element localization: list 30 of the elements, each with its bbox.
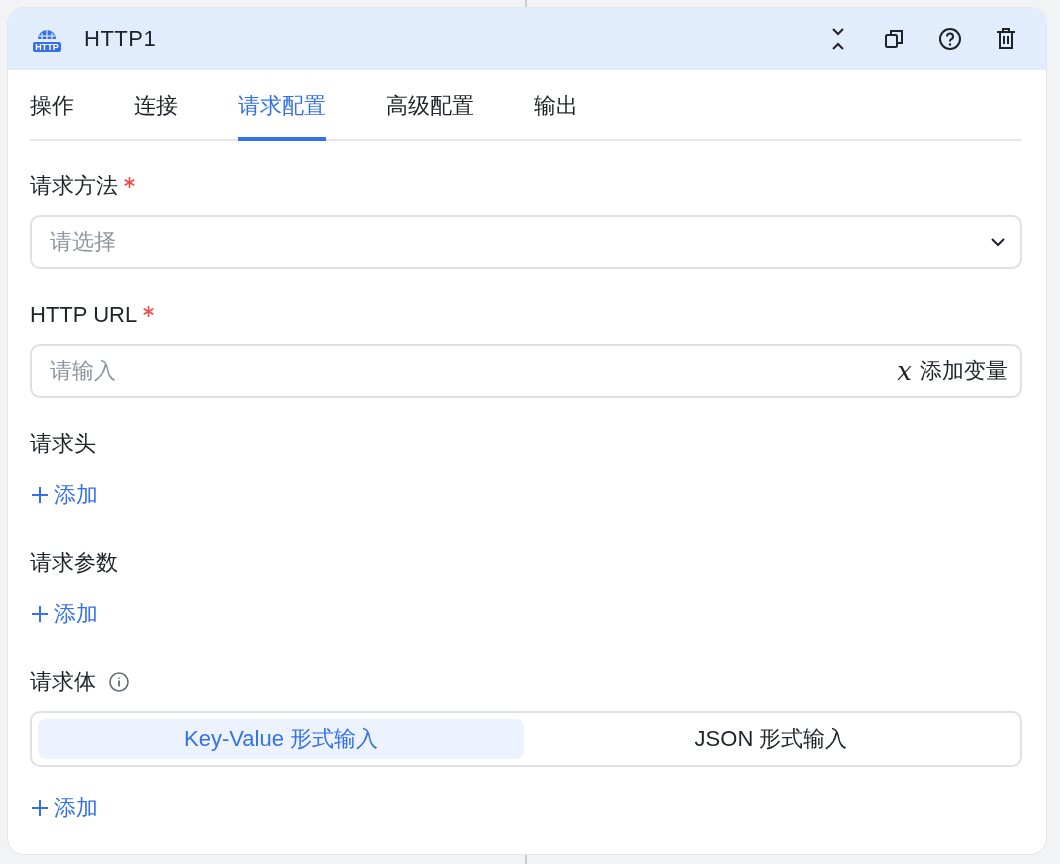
- url-input-field[interactable]: 请输入 𝑥 添加变量: [30, 344, 1022, 398]
- field-label: HTTP URL: [30, 302, 138, 328]
- field-label: 请求头: [30, 430, 96, 458]
- field-label: 请求参数: [30, 549, 118, 577]
- http-logo: HTTP: [32, 25, 62, 53]
- field-label: 请求体: [30, 668, 96, 696]
- trash-icon: [995, 27, 1017, 51]
- plus-icon: [30, 604, 50, 624]
- help-icon: [938, 27, 962, 51]
- tab[interactable]: 请求配置: [238, 70, 326, 141]
- plus-icon: [30, 798, 50, 818]
- tab[interactable]: 输出: [534, 70, 578, 141]
- select-field[interactable]: 请选择: [30, 215, 1022, 269]
- add-variable-button[interactable]: 𝑥 添加变量: [897, 356, 1008, 386]
- select-input[interactable]: 请选择: [48, 228, 988, 256]
- field-label: 请求方法: [30, 172, 118, 200]
- tab[interactable]: 连接: [134, 70, 178, 141]
- url-text-input[interactable]: 请输入: [48, 357, 898, 385]
- tab[interactable]: 高级配置: [386, 70, 474, 141]
- add-link[interactable]: 添加: [30, 480, 98, 510]
- add-link[interactable]: 添加: [30, 793, 98, 823]
- add-variable-label: 添加变量: [920, 357, 1008, 385]
- tab[interactable]: 操作: [30, 70, 74, 141]
- add-link[interactable]: 添加: [30, 599, 98, 629]
- node-title: HTTP1: [84, 26, 158, 52]
- plus-icon: [30, 485, 50, 505]
- variable-icon: 𝑥: [897, 356, 912, 386]
- copy-icon: [883, 28, 905, 50]
- segment-option[interactable]: Key-Value 形式输入: [38, 719, 524, 759]
- segment-option[interactable]: JSON 形式输入: [528, 719, 1014, 759]
